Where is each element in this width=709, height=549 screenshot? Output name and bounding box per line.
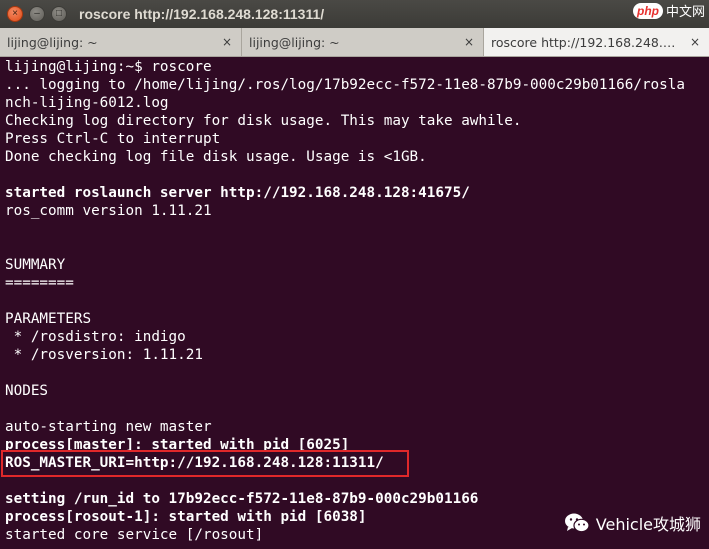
badge-text: 中文网: [665, 4, 705, 19]
watermark-text: Vehicle攻城狮: [595, 515, 701, 534]
terminal-line: ========: [5, 275, 74, 291]
tab-terminal-1[interactable]: lijing@lijing: ~ ×: [0, 28, 242, 56]
tab-label: lijing@lijing: ~: [7, 34, 98, 50]
minimize-icon: –: [34, 8, 40, 19]
close-window-button[interactable]: ×: [7, 6, 23, 22]
terminal-window: × – □ roscore http://192.168.248.128:113…: [0, 0, 709, 549]
site-badge: php 中文网: [632, 1, 705, 20]
terminal-line: SUMMARY: [5, 257, 66, 273]
tab-roscore[interactable]: roscore http://192.168.248.… ×: [484, 28, 709, 56]
terminal-output[interactable]: lijing@lijing:~$ roscore ... logging to /…: [0, 57, 709, 549]
terminal-line: PARAMETERS: [5, 311, 92, 327]
terminal-line: Done checking log file disk usage. Usage…: [5, 149, 427, 165]
terminal-line: Press Ctrl-C to interrupt: [5, 131, 221, 147]
tab-terminal-2[interactable]: lijing@lijing: ~ ×: [242, 28, 484, 56]
tab-close-icon[interactable]: ×: [464, 35, 474, 49]
terminal-line: auto-starting new master: [5, 419, 212, 435]
terminal-line: * /rosdistro: indigo: [5, 329, 186, 345]
title-bar[interactable]: × – □ roscore http://192.168.248.128:113…: [0, 0, 709, 28]
terminal-line: ... logging to /home/lijing/.ros/log/17b…: [5, 77, 685, 93]
tab-close-icon[interactable]: ×: [222, 35, 232, 49]
terminal-line: Checking log directory for disk usage. T…: [5, 113, 522, 129]
terminal-line: nch-lijing-6012.log: [5, 95, 169, 111]
tab-label: lijing@lijing: ~: [249, 34, 340, 50]
terminal-line: started roslaunch server http://192.168.…: [5, 185, 470, 201]
window-title: roscore http://192.168.248.128:11311/: [79, 6, 325, 22]
minimize-window-button[interactable]: –: [29, 6, 45, 22]
maximize-icon: □: [55, 8, 63, 19]
close-icon: ×: [12, 8, 18, 19]
terminal-line: ros_comm version 1.11.21: [5, 203, 212, 219]
maximize-window-button[interactable]: □: [51, 6, 67, 22]
php-logo: php: [632, 2, 663, 19]
wechat-icon: [564, 512, 590, 534]
tab-bar: lijing@lijing: ~ × lijing@lijing: ~ × ro…: [0, 28, 709, 57]
watermark: Vehicle攻城狮: [564, 511, 701, 535]
tab-close-icon[interactable]: ×: [690, 35, 700, 49]
terminal-line: setting /run_id to 17b92ecc-f572-11e8-87…: [5, 491, 479, 507]
terminal-line: * /rosversion: 1.11.21: [5, 347, 203, 363]
tab-label: roscore http://192.168.248.…: [491, 34, 676, 50]
terminal-line: lijing@lijing:~$ roscore: [5, 59, 212, 75]
highlight-box: [1, 450, 409, 477]
terminal-line: NODES: [5, 383, 49, 399]
